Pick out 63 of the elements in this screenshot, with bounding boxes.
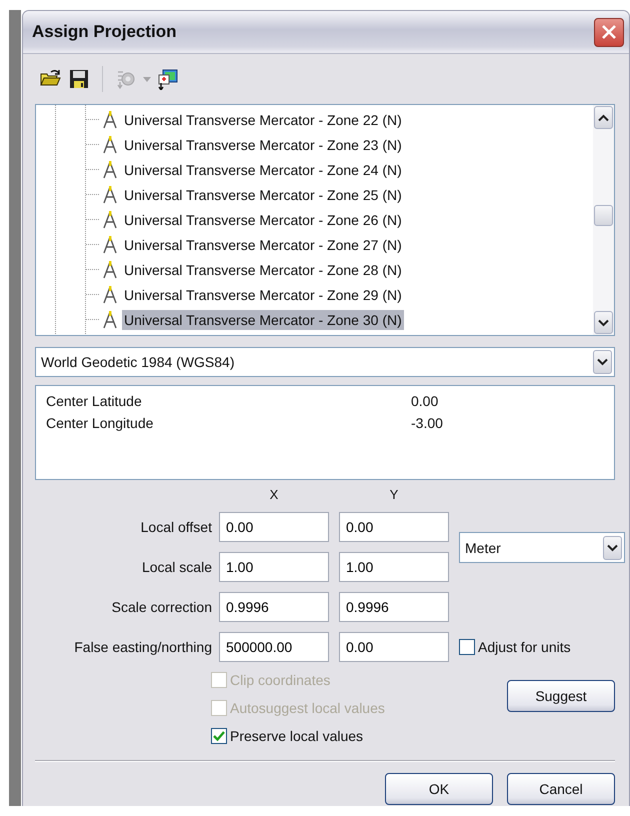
checkbox[interactable] [459, 639, 475, 655]
units-dropdown[interactable]: Meter [459, 532, 625, 563]
compass-icon [101, 110, 119, 130]
checkbox-label: Clip coordinates [230, 672, 330, 688]
compass-icon [101, 284, 119, 304]
field-label: Local offset [140, 519, 212, 535]
close-button[interactable] [594, 18, 624, 46]
column-header: Y [388, 488, 400, 502]
dropdown-value: Meter [465, 540, 502, 556]
parameter-name: Center Latitude [46, 393, 143, 409]
input-field[interactable]: 0.9996 [219, 592, 329, 622]
compass-icon [101, 160, 119, 180]
input-field[interactable]: 1.00 [219, 552, 329, 582]
compass-icon [101, 234, 119, 254]
dropdown-value: World Geodetic 1984 (WGS84) [41, 354, 236, 370]
compass-icon [101, 310, 119, 330]
input-field[interactable]: 1.00 [339, 552, 449, 582]
window-title: Assign Projection [32, 22, 177, 42]
chevron-up-icon [598, 114, 609, 122]
compass-icon [101, 210, 119, 230]
parameter-value: 0.00 [411, 393, 438, 409]
compass-icon [101, 134, 119, 154]
cancel-button[interactable]: Cancel [507, 773, 615, 805]
tree-item[interactable]: Universal Transverse Mercator - Zone 23 (N) [122, 134, 404, 154]
compass-icon [101, 184, 119, 204]
tree-item[interactable]: Universal Transverse Mercator - Zone 26 (N) [122, 210, 404, 230]
tree-item[interactable]: Universal Transverse Mercator - Zone 28 (N) [122, 260, 404, 280]
input-field[interactable]: 0.00 [339, 632, 449, 662]
parameter-value: -3.00 [411, 415, 443, 431]
checkbox-label: Autosuggest local values [230, 700, 385, 716]
tree-item[interactable]: Universal Transverse Mercator - Zone 27 (N) [122, 234, 404, 254]
close-icon [601, 24, 617, 40]
input-field[interactable]: 500000.00 [219, 632, 329, 662]
field-label: Scale correction [110, 599, 212, 615]
input-field[interactable]: 0.00 [219, 512, 329, 542]
floppy-disk-button[interactable] [68, 68, 90, 90]
chevron-down-icon [597, 358, 608, 366]
scroll-up-button[interactable] [594, 106, 613, 129]
scroll-down-button[interactable] [594, 311, 613, 334]
scroll-thumb[interactable] [594, 205, 613, 226]
import-button[interactable] [157, 68, 179, 90]
suggest-button[interactable]: Suggest [507, 680, 615, 712]
ok-button[interactable]: OK [385, 773, 493, 805]
parameter-name: Center Longitude [46, 415, 154, 431]
tree-item[interactable]: Universal Transverse Mercator - Zone 22 (N) [122, 110, 404, 130]
chevron-down-icon [607, 544, 618, 552]
column-header: X [268, 488, 280, 502]
checkbox[interactable] [211, 728, 227, 744]
tree-item[interactable]: Universal Transverse Mercator - Zone 25 (N) [122, 184, 404, 204]
checkbox-label: Adjust for units [478, 639, 571, 655]
checkbox-label: Preserve local values [230, 728, 364, 744]
scrollbar[interactable] [593, 105, 614, 335]
compass-icon [101, 260, 119, 280]
tree-item[interactable]: Universal Transverse Mercator - Zone 24 (N) [122, 160, 404, 180]
caret-icon [143, 76, 151, 82]
field-label: Local scale [140, 559, 212, 575]
tree-item[interactable]: Universal Transverse Mercator - Zone 29 (N) [122, 284, 404, 304]
datum-dropdown[interactable]: World Geodetic 1984 (WGS84) [35, 347, 615, 377]
input-field[interactable]: 0.00 [339, 512, 449, 542]
chevron-down-icon [598, 318, 609, 326]
field-label: False easting/northing [73, 639, 212, 655]
tree-item[interactable]: Universal Transverse Mercator - Zone 30 (N) [122, 310, 404, 330]
input-field[interactable]: 0.9996 [339, 592, 449, 622]
